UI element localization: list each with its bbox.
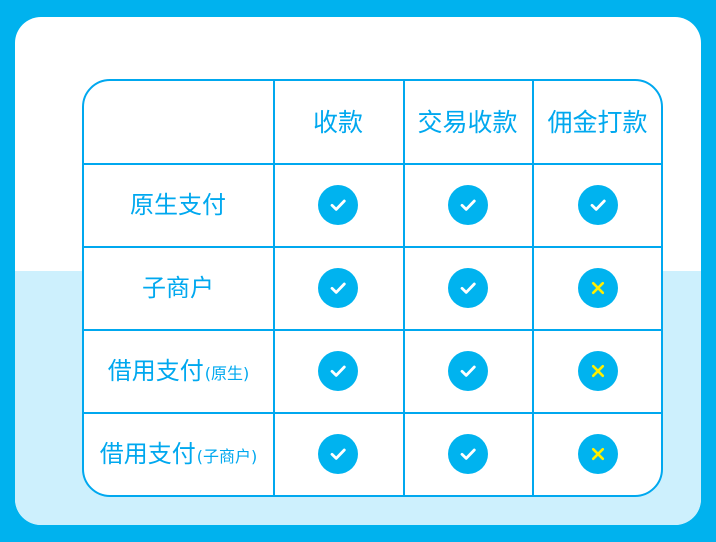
row-label-note: (原生) bbox=[204, 363, 250, 383]
check-circle-icon bbox=[318, 350, 358, 391]
row-label-main: 原生支付 bbox=[130, 190, 226, 219]
status-cell bbox=[532, 246, 661, 329]
column-header-trade-receive: 交易收款 bbox=[403, 81, 532, 163]
status-cell bbox=[532, 163, 661, 246]
check-circle-icon bbox=[318, 267, 358, 308]
card: 收款 交易收款 佣金打款 原生支付 子商户 借用支付(原生) 借用支付(子商户) bbox=[15, 17, 701, 525]
cross-circle-icon bbox=[577, 267, 618, 308]
check-circle-icon bbox=[318, 433, 358, 474]
row-label-sub-merchant: 子商户 bbox=[84, 246, 273, 329]
status-cell bbox=[403, 412, 532, 495]
status-cell bbox=[273, 246, 403, 329]
status-cell bbox=[273, 163, 403, 246]
row-label-borrowed-pay-sub-merchant: 借用支付(子商户) bbox=[84, 412, 273, 495]
check-circle-icon bbox=[318, 184, 358, 225]
comparison-table: 收款 交易收款 佣金打款 原生支付 子商户 借用支付(原生) 借用支付(子商户) bbox=[82, 79, 663, 497]
row-label-text: 子商户 bbox=[142, 276, 215, 300]
check-circle-icon bbox=[447, 433, 488, 474]
column-header-commission-payout: 佣金打款 bbox=[532, 81, 661, 163]
row-label-borrowed-pay-native: 借用支付(原生) bbox=[84, 329, 273, 412]
column-header-label: 佣金打款 bbox=[547, 107, 648, 137]
status-cell bbox=[273, 412, 403, 495]
column-header-label: 交易收款 bbox=[417, 107, 518, 137]
column-header-label: 收款 bbox=[312, 107, 363, 137]
cross-circle-icon bbox=[577, 350, 618, 391]
check-circle-icon bbox=[577, 184, 618, 225]
row-label-main: 借用支付 bbox=[107, 356, 204, 385]
column-header-receive: 收款 bbox=[273, 81, 403, 163]
row-label-native-pay: 原生支付 bbox=[84, 163, 273, 246]
check-circle-icon bbox=[447, 184, 488, 225]
status-cell bbox=[403, 163, 532, 246]
row-label-text: 原生支付 bbox=[130, 193, 227, 217]
status-cell bbox=[532, 412, 661, 495]
status-cell bbox=[403, 329, 532, 412]
status-cell bbox=[403, 246, 532, 329]
row-label-note: (子商户) bbox=[196, 446, 258, 466]
status-cell bbox=[273, 329, 403, 412]
row-label-text: 借用支付(子商户) bbox=[100, 442, 258, 466]
status-cell bbox=[532, 329, 661, 412]
row-label-main: 子商户 bbox=[142, 273, 214, 302]
row-label-text: 借用支付(原生) bbox=[108, 359, 250, 383]
row-label-main: 借用支付 bbox=[99, 439, 196, 468]
check-circle-icon bbox=[447, 267, 488, 308]
cross-circle-icon bbox=[577, 433, 618, 474]
check-circle-icon bbox=[447, 350, 488, 391]
